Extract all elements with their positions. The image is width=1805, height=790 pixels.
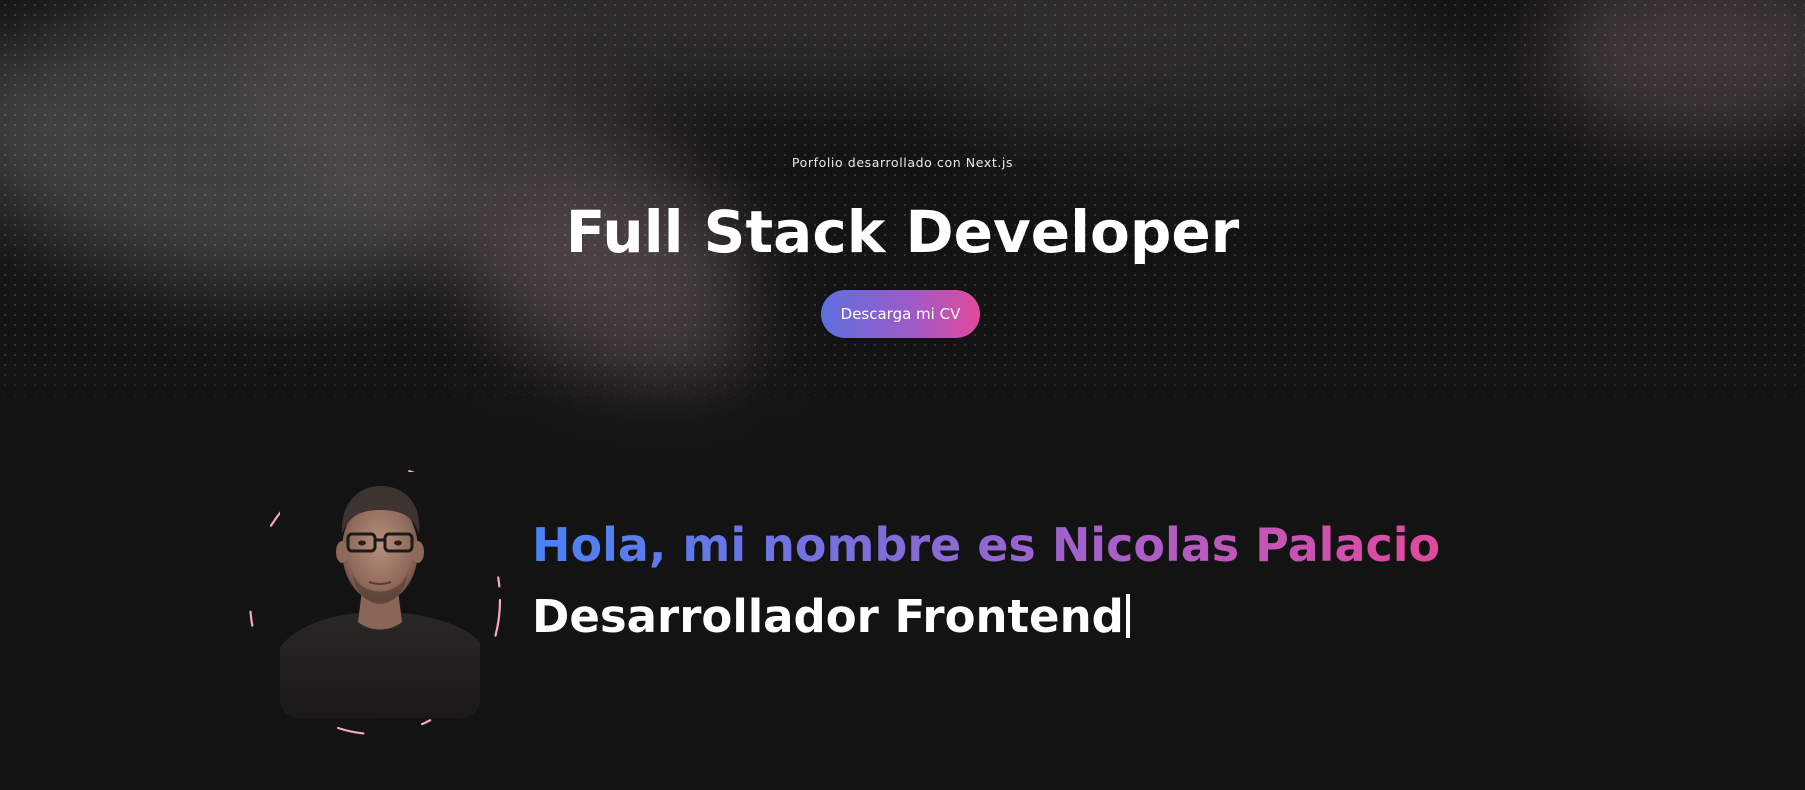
avatar-container	[235, 460, 515, 750]
page: Porfolio desarrollado con Next.js Full S…	[0, 0, 1805, 790]
profile-photo-icon	[280, 472, 480, 718]
greeting-heading: Hola, mi nombre es Nicolas Palacio	[532, 518, 1441, 572]
role-text: Desarrollador Frontend	[532, 590, 1124, 643]
avatar	[280, 472, 480, 718]
download-cv-button[interactable]: Descarga mi CV	[821, 290, 980, 338]
hero-title: Full Stack Developer	[565, 198, 1240, 266]
role-heading: Desarrollador Frontend	[532, 588, 1130, 646]
hero-subtitle: Porfolio desarrollado con Next.js	[791, 155, 1014, 170]
typing-cursor	[1125, 594, 1130, 638]
